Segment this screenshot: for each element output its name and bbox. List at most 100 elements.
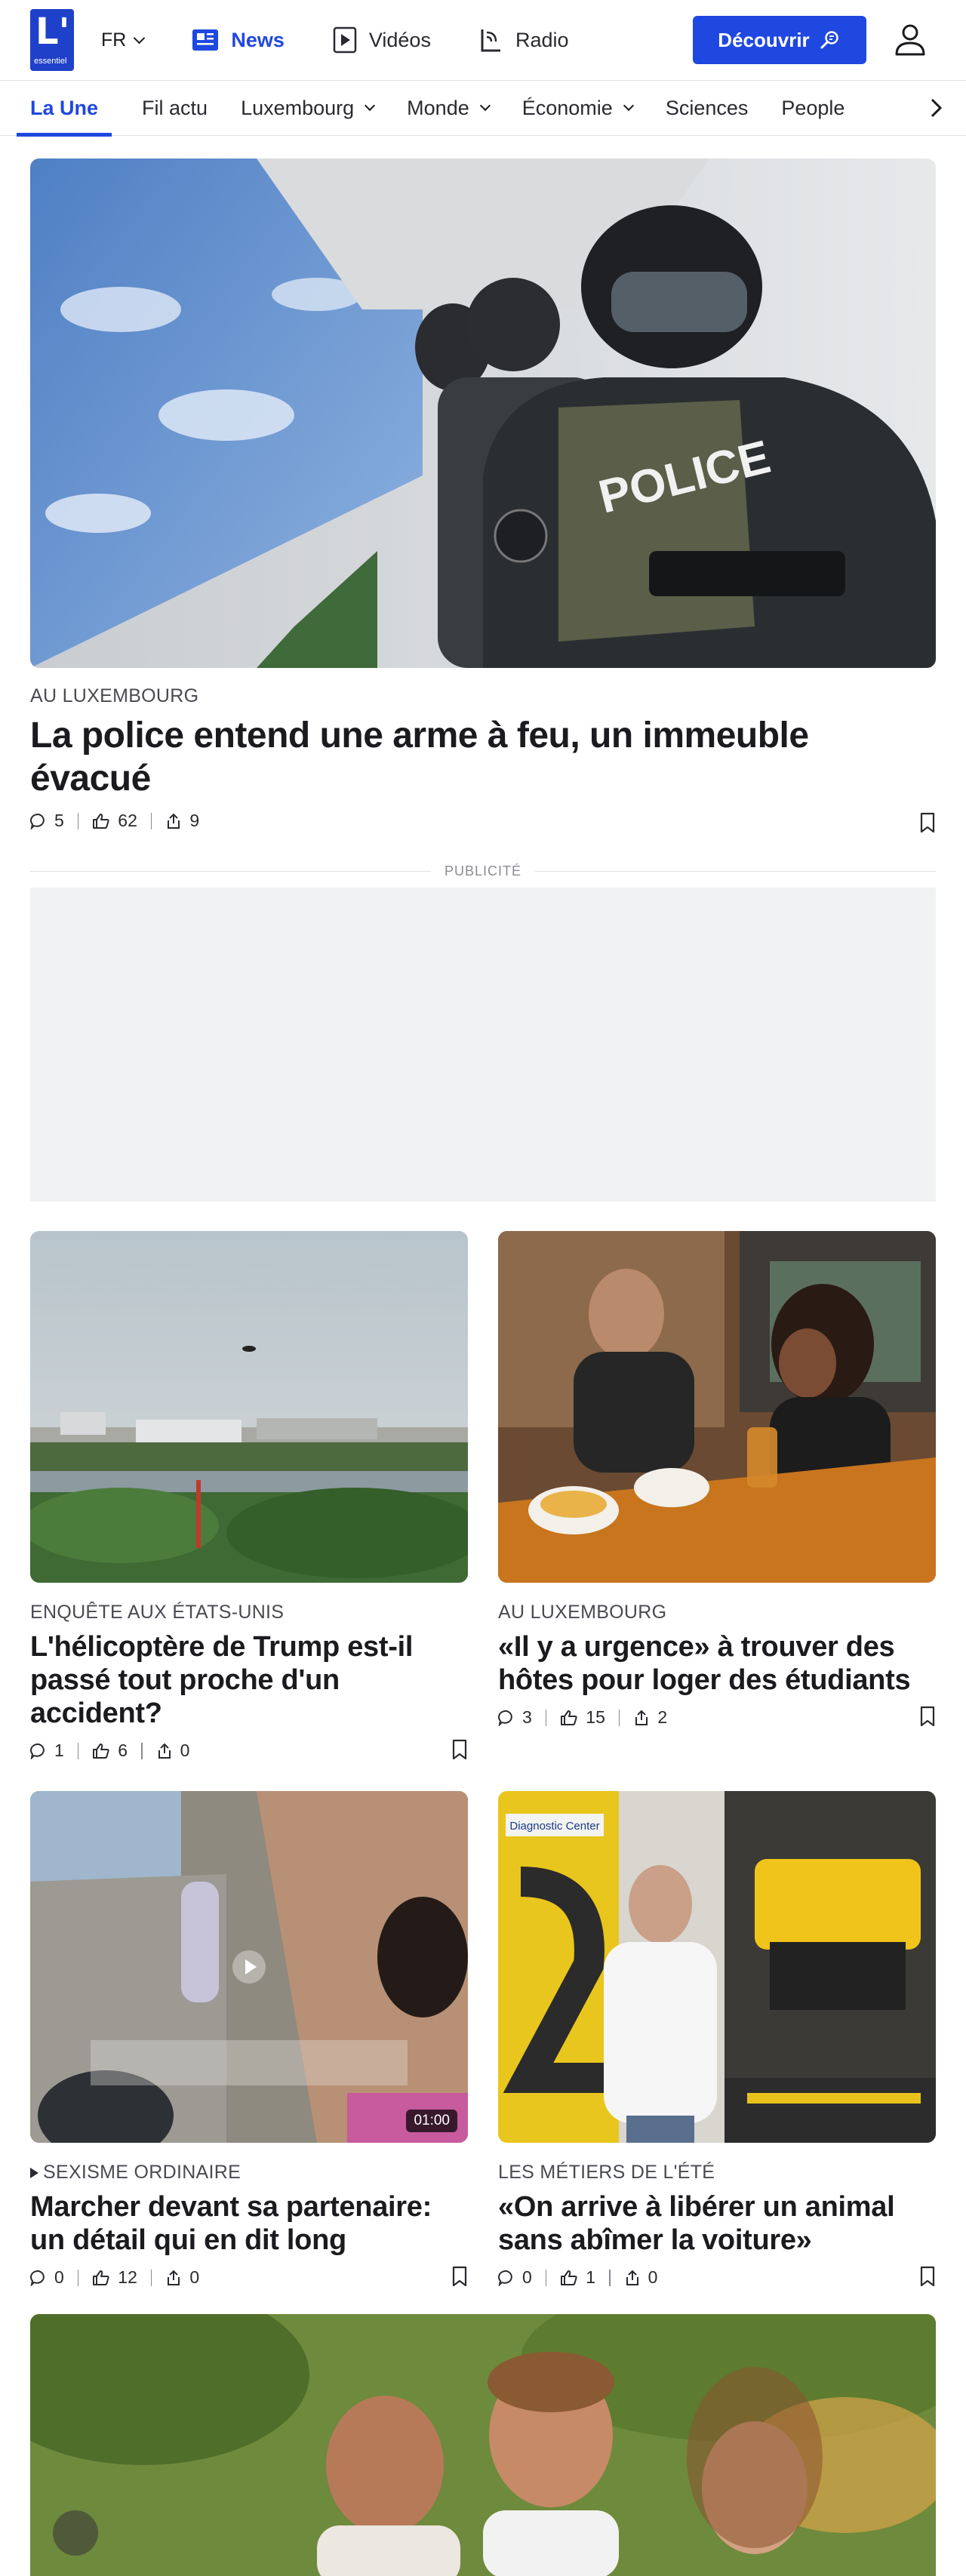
lessentiel-logo[interactable]: L' essentiel (30, 9, 74, 71)
main-nav: News Vidéos Radio (190, 25, 569, 55)
shares-count[interactable]: 0 (165, 2267, 199, 2288)
meta-separator (545, 2269, 547, 2286)
hero-image-police[interactable]: POLICE (30, 158, 936, 668)
meta-separator (150, 2269, 152, 2286)
shares-value: 0 (189, 2267, 200, 2287)
tab-luxembourg-label: Luxembourg (241, 96, 355, 119)
article-kicker: ENQUÊTE AUX ÉTATS-UNIS (30, 1602, 285, 1623)
likes-count[interactable]: 1 (560, 2267, 595, 2288)
nav-radio-label: Radio (515, 28, 569, 51)
bookmark-icon[interactable] (919, 812, 936, 833)
article-title[interactable]: Marcher devant sa partenaire: un détail … (30, 2190, 453, 2257)
meta-separator (609, 2269, 611, 2286)
article-title[interactable]: «On arrive à libérer un animal sans abîm… (498, 2190, 921, 2257)
comments-count[interactable]: 1 (30, 1740, 64, 1761)
shares-count[interactable]: 0 (156, 1740, 190, 1761)
svg-text:Diagnostic Center: Diagnostic Center (509, 1820, 599, 1833)
play-icon[interactable] (232, 1950, 266, 1984)
article-meta: 1 6 0 (30, 1740, 189, 1761)
nav-videos[interactable]: Vidéos (331, 25, 431, 55)
likes-value: 12 (118, 2267, 137, 2287)
search-sparkle-icon (820, 31, 838, 49)
meta-separator (77, 2269, 79, 2286)
tab-fil-actu[interactable]: Fil actu (142, 80, 208, 136)
ad-label-text: PUBLICITÉ (444, 863, 522, 879)
likes-count[interactable]: 62 (92, 811, 137, 831)
comment-icon (30, 813, 45, 829)
tab-sciences[interactable]: Sciences (666, 80, 749, 136)
bookmark-icon[interactable] (919, 1706, 936, 1727)
article-title[interactable]: L'hélicoptère de Trump est-il passé tout… (30, 1630, 453, 1730)
comments-count[interactable]: 0 (498, 2267, 532, 2288)
shares-value: 0 (180, 1740, 190, 1760)
meta-separator (150, 812, 152, 829)
tab-la-une[interactable]: La Une (17, 80, 112, 137)
likes-count[interactable]: 12 (92, 2267, 137, 2288)
comment-icon (30, 2270, 45, 2286)
share-icon (635, 1710, 648, 1725)
likes-count[interactable]: 6 (92, 1740, 128, 1761)
top-header: L' essentiel FR News Vidéos Radio Découv… (0, 0, 966, 80)
shares-value: 9 (189, 811, 200, 830)
bookmark-icon[interactable] (451, 2266, 468, 2287)
nav-radio[interactable]: Radio (478, 25, 569, 55)
tab-monde-label: Monde (407, 96, 469, 119)
meta-separator (618, 1709, 620, 1726)
divider (535, 870, 936, 872)
meta-separator (141, 1742, 143, 1759)
tab-people[interactable]: People (781, 80, 844, 136)
hero-kicker: AU LUXEMBOURG (30, 685, 199, 706)
article-image-garage[interactable]: Diagnostic Center (498, 1791, 936, 2143)
shares-value: 0 (648, 2267, 658, 2287)
comments-value: 0 (54, 2267, 64, 2287)
discover-label: Découvrir (718, 28, 810, 51)
likes-count[interactable]: 15 (560, 1707, 605, 1728)
chevron-down-icon (623, 100, 634, 112)
bookmark-icon[interactable] (919, 2266, 936, 2287)
tab-luxembourg[interactable]: Luxembourg (241, 80, 376, 136)
meta-separator (77, 1742, 79, 1759)
comment-icon (498, 1710, 512, 1726)
discover-button[interactable]: Découvrir (693, 16, 866, 64)
video-play-icon (333, 26, 357, 54)
thumbs-up-icon (93, 2270, 109, 2285)
article-image-students[interactable] (498, 1231, 936, 1583)
article-title[interactable]: «Il y a urgence» à trouver des hôtes pou… (498, 1630, 921, 1697)
chevron-down-icon (134, 32, 146, 44)
article-kicker: LES MÉTIERS DE L'ÉTÉ (498, 2162, 715, 2183)
article-meta: 0 12 0 (30, 2267, 199, 2288)
language-selector[interactable]: FR (101, 29, 146, 51)
meta-separator (545, 1709, 547, 1726)
logo-word: essentiel (34, 57, 67, 66)
shares-count[interactable]: 0 (624, 2267, 658, 2288)
article-video-thumbnail[interactable]: 01:00 (30, 1791, 468, 2143)
article-kicker: SEXISME ORDINAIRE (30, 2162, 241, 2184)
hero-title[interactable]: La police entend une arme à feu, un imme… (30, 714, 906, 800)
comments-value: 0 (522, 2267, 532, 2287)
likes-value: 15 (586, 1707, 605, 1727)
tab-economie-label: Économie (521, 96, 613, 119)
share-icon (626, 2270, 638, 2285)
nav-news[interactable]: News (190, 25, 285, 55)
article-image-family[interactable] (30, 2314, 936, 2576)
shares-count[interactable]: 9 (165, 811, 199, 831)
comments-count[interactable]: 5 (30, 811, 64, 831)
bookmark-icon[interactable] (451, 1739, 468, 1760)
article-meta: 3 15 2 (498, 1707, 667, 1728)
tab-economie[interactable]: Économie (521, 80, 634, 136)
tab-monde[interactable]: Monde (407, 80, 491, 136)
logo-letter: L' (35, 11, 70, 53)
chevron-right-icon[interactable] (925, 97, 946, 118)
radio-icon (481, 29, 500, 52)
shares-count[interactable]: 2 (633, 1707, 667, 1728)
comments-count[interactable]: 3 (498, 1707, 532, 1728)
article-image-helicopter[interactable] (30, 1231, 468, 1583)
user-account-icon[interactable] (891, 20, 930, 59)
nav-news-label: News (231, 28, 285, 51)
tab-fil-actu-label: Fil actu (142, 96, 208, 119)
comments-value: 1 (54, 1740, 64, 1760)
tab-sciences-label: Sciences (665, 96, 749, 119)
ad-placeholder (30, 888, 936, 1202)
chevron-down-icon (365, 100, 376, 112)
comments-count[interactable]: 0 (30, 2267, 64, 2288)
